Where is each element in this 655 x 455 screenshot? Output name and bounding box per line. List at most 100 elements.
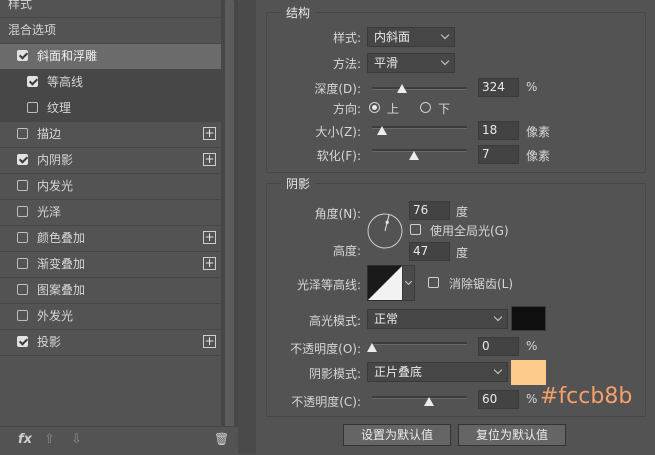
reset-default-button[interactable]: 复位为默认值 — [458, 424, 566, 446]
style-item-checkbox[interactable] — [17, 232, 28, 243]
technique-select[interactable]: 平滑 — [367, 53, 455, 73]
style-label: 样式: — [332, 31, 361, 45]
add-instance-icon[interactable]: + — [203, 231, 216, 244]
shadow-color-swatch[interactable] — [511, 360, 546, 385]
soften-input[interactable]: 7 — [478, 145, 519, 164]
highlight-color-swatch[interactable] — [511, 306, 546, 331]
direction-down-label: 下 — [438, 102, 451, 116]
style-item-11[interactable]: 图案叠加 — [0, 278, 221, 304]
bevel-style-select[interactable]: 内斜面 — [367, 27, 455, 47]
gloss-contour-dropdown[interactable] — [402, 265, 415, 301]
highlight-opacity-input[interactable]: 0 — [478, 337, 519, 356]
style-item-checkbox[interactable] — [17, 180, 28, 191]
move-up-icon[interactable]: ⇧ — [44, 432, 55, 447]
style-item-label: 纹理 — [47, 101, 72, 115]
highlight-mode-value: 正常 — [374, 312, 399, 326]
style-list-scrollbar[interactable] — [221, 0, 238, 454]
chevron-down-icon — [493, 312, 503, 322]
style-item-label: 样式 — [8, 0, 33, 11]
add-instance-icon[interactable]: + — [203, 127, 216, 140]
style-item-5[interactable]: 描边 + — [0, 122, 221, 148]
shadow-opacity-label: 不透明度(C): — [291, 395, 361, 409]
style-item-checkbox[interactable] — [27, 102, 38, 113]
style-item-checkbox[interactable] — [17, 154, 28, 165]
style-item-3[interactable]: 等高线 — [0, 70, 221, 96]
soften-slider-track[interactable] — [372, 149, 467, 152]
style-item-checkbox[interactable] — [17, 50, 28, 61]
angle-dial[interactable] — [366, 212, 404, 250]
direction-up-radio[interactable] — [369, 102, 380, 113]
style-item-checkbox[interactable] — [17, 336, 28, 347]
style-item-label: 投影 — [37, 335, 62, 349]
style-item-1[interactable]: 混合选项 — [0, 18, 221, 44]
style-item-10[interactable]: 渐变叠加 + — [0, 252, 221, 278]
style-item-checkbox[interactable] — [27, 76, 38, 87]
style-item-label: 光泽 — [37, 205, 62, 219]
shadow-mode-select[interactable]: 正片叠底 — [367, 362, 508, 382]
angle-dial-dot — [385, 220, 389, 224]
highlight-opacity-label: 不透明度(O): — [290, 342, 361, 356]
layer-style-list-panel: 样式 混合选项 斜面和浮雕 等高线 纹理 描边 + 内阴影 + 内发光 光泽 颜色叠加 + 渐变叠加 + 图案… — [0, 0, 238, 455]
direction-down-radio[interactable] — [420, 102, 431, 113]
chevron-down-icon — [440, 56, 450, 66]
highlight-opacity-track[interactable] — [372, 342, 467, 345]
style-item-2[interactable]: 斜面和浮雕 — [0, 44, 221, 70]
move-down-icon[interactable]: ⇩ — [71, 432, 82, 447]
altitude-input[interactable]: 47 — [409, 242, 450, 261]
add-instance-icon[interactable]: + — [203, 335, 216, 348]
size-slider-knob[interactable] — [376, 126, 387, 135]
highlight-opacity-knob[interactable] — [367, 343, 377, 352]
method-label: 方法: — [332, 57, 361, 71]
soften-unit: 像素 — [526, 149, 551, 163]
highlight-mode-select[interactable]: 正常 — [367, 309, 508, 329]
angle-input[interactable]: 76 — [409, 201, 450, 220]
soften-slider-knob[interactable] — [408, 151, 419, 160]
style-item-12[interactable]: 外发光 — [0, 304, 221, 330]
gloss-contour-preview[interactable] — [367, 265, 403, 301]
style-item-checkbox[interactable] — [17, 206, 28, 217]
shadow-opacity-track[interactable] — [372, 396, 467, 399]
add-instance-icon[interactable]: + — [203, 257, 216, 270]
altitude-unit: 度 — [456, 246, 469, 260]
style-list: 样式 混合选项 斜面和浮雕 等高线 纹理 描边 + 内阴影 + 内发光 光泽 颜色叠加 + 渐变叠加 + 图案… — [0, 0, 221, 356]
style-item-4[interactable]: 纹理 — [0, 96, 221, 122]
style-item-label: 外发光 — [37, 309, 74, 323]
antialias-label: 消除锯齿(L) — [449, 277, 514, 291]
style-item-checkbox[interactable] — [17, 128, 28, 139]
global-light-checkbox[interactable] — [410, 224, 421, 235]
shadow-mode-label: 阴影模式: — [308, 367, 361, 381]
shadow-opacity-knob[interactable] — [424, 397, 434, 406]
style-item-7[interactable]: 内发光 — [0, 174, 221, 200]
style-item-13[interactable]: 投影 + — [0, 330, 221, 356]
color-annotation: #fccb8b — [540, 384, 633, 409]
gloss-contour-label: 光泽等高线: — [296, 278, 361, 292]
bevel-style-value: 内斜面 — [374, 30, 411, 44]
depth-input[interactable]: 324 — [478, 78, 519, 97]
scrollbar-thumb[interactable] — [225, 0, 234, 428]
shadow-opacity-input[interactable]: 60 — [478, 390, 519, 409]
trash-icon[interactable]: 🗑 — [214, 432, 229, 446]
style-item-checkbox[interactable] — [17, 310, 28, 321]
chevron-down-icon — [440, 30, 450, 40]
style-item-label: 颜色叠加 — [37, 231, 86, 245]
direction-label: 方向: — [332, 102, 361, 116]
size-input[interactable]: 18 — [478, 121, 519, 140]
style-item-checkbox[interactable] — [17, 284, 28, 295]
soften-label: 软化(F): — [316, 149, 361, 163]
depth-slider-track[interactable] — [372, 87, 467, 90]
technique-value: 平滑 — [374, 56, 399, 70]
style-item-8[interactable]: 光泽 — [0, 200, 221, 226]
fx-icon[interactable]: fx — [18, 432, 32, 447]
antialias-checkbox[interactable] — [428, 277, 439, 288]
style-item-6[interactable]: 内阴影 + — [0, 148, 221, 174]
depth-slider-knob[interactable] — [397, 84, 408, 93]
style-item-9[interactable]: 颜色叠加 + — [0, 226, 221, 252]
style-item-label: 内发光 — [37, 179, 74, 193]
make-default-button[interactable]: 设置为默认值 — [343, 424, 451, 446]
panel-divider — [238, 0, 256, 454]
add-instance-icon[interactable]: + — [203, 153, 216, 166]
depth-label: 深度(D): — [314, 82, 361, 96]
style-item-0[interactable]: 样式 — [0, 0, 221, 18]
style-list-footer: fx ⇧ ⇩ 🗑 — [0, 426, 238, 455]
style-item-checkbox[interactable] — [17, 258, 28, 269]
